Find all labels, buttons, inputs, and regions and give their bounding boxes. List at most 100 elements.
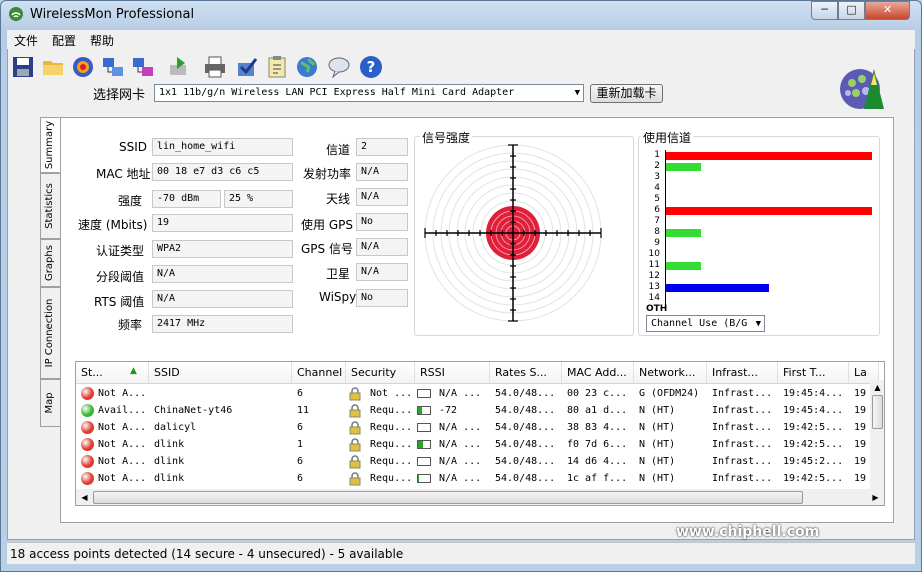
table-cell-rssi: N/A ... (415, 470, 490, 487)
channel-label-4: 4 (654, 183, 660, 193)
table-row[interactable]: Not A... dlink 6 Requ... N/A ... 54.0/48... 1c… (76, 470, 876, 487)
tab-ip-connection[interactable]: IP Connection (40, 287, 60, 379)
channel-label-2: 2 (654, 161, 660, 171)
table-row[interactable]: Not A... dlink 6 Requ... N/A ... 54.0/48... 14… (76, 453, 876, 470)
export-icon[interactable] (167, 55, 191, 79)
channel-label-14: 14 (648, 293, 660, 303)
ssid-value: lin_home_wifi (152, 138, 293, 156)
table-cell-infrast: Infrast... (707, 436, 778, 453)
freq-value: 2417 MHz (152, 315, 293, 333)
scrollbar-thumb[interactable] (93, 491, 803, 504)
cell-text: f0 7d 6... (567, 439, 628, 450)
feedback-icon[interactable] (327, 55, 351, 79)
table-cell-security: Requ... (346, 402, 415, 419)
table-cell-infrast: Infrast... (707, 385, 778, 402)
table-cell-st: Not A... (76, 470, 149, 487)
tab-graphs[interactable]: Graphs (40, 239, 60, 287)
adapter-select[interactable]: 1x1 11b/g/n Wireless LAN PCI Express Hal… (154, 84, 584, 102)
column-header-6[interactable]: MAC Add... (562, 362, 634, 384)
tab-statistics[interactable]: Statistics (40, 173, 60, 239)
table-cell-macadd: 00 23 c... (562, 385, 634, 402)
cell-text: N (HT) (639, 456, 676, 467)
table-row[interactable]: Not A... dlink 1 Requ... N/A ... 54.0/48... f0… (76, 436, 876, 453)
table-row[interactable]: Not A... 6 Not ... N/A ... 54.0/48... 00 23 c… (76, 385, 876, 402)
scroll-right-icon[interactable]: ▶ (868, 490, 883, 505)
access-point-table[interactable]: St... SSID Channel Security RSSI Rates S... MA… (75, 361, 885, 506)
table-cell-firstt: 19:42:5... (778, 419, 849, 436)
chevron-down-icon: ▼ (755, 319, 761, 329)
menu-file[interactable]: 文件 (14, 32, 38, 49)
column-header-0[interactable]: St... (76, 362, 149, 384)
check-icon[interactable] (235, 55, 259, 79)
rssi-meter-icon (417, 406, 431, 415)
lock-icon (349, 404, 361, 418)
channel-label-9: 9 (654, 238, 660, 248)
cell-text: 11 (297, 405, 310, 416)
table-cell-rssi: -72 (415, 402, 490, 419)
cell-text: 19 (854, 388, 867, 399)
clipboard-icon[interactable] (265, 55, 289, 79)
adapter-value: 1x1 11b/g/n Wireless LAN PCI Express Hal… (159, 87, 515, 98)
reload-card-button[interactable]: 重新加载卡 (590, 84, 663, 103)
table-row[interactable]: Not A... dalicyl 6 Requ... N/A ... 54.0/48...… (76, 419, 876, 436)
column-header-5[interactable]: Rates S... (490, 362, 562, 384)
globe-icon[interactable] (295, 55, 319, 79)
cell-text: 19 (854, 405, 867, 416)
channel-value: 2 (356, 138, 408, 156)
open-folder-icon[interactable] (41, 55, 65, 79)
table-cell-infrast: Infrast... (707, 470, 778, 487)
column-header-4[interactable]: RSSI (415, 362, 490, 384)
sort-ascending-icon: ▲ (130, 366, 137, 376)
table-cell-rssi: N/A ... (415, 453, 490, 470)
cell-text: G (OFDM24) (639, 388, 700, 399)
auth-value: WPA2 (152, 240, 293, 258)
maximize-button[interactable]: □ (838, 1, 865, 20)
scroll-left-icon[interactable]: ◀ (77, 490, 92, 505)
rts-value: N/A (152, 290, 293, 308)
channel-label-8: 8 (654, 227, 660, 237)
gps-value: No (356, 213, 408, 231)
column-header-2[interactable]: Channel (292, 362, 346, 384)
record-icon[interactable] (71, 55, 95, 79)
menu-help[interactable]: 帮助 (90, 32, 114, 49)
column-header-3[interactable]: Security (346, 362, 415, 384)
cell-text: N (HT) (639, 473, 676, 484)
status-dot-icon (81, 438, 94, 451)
column-header-9[interactable]: First T... (778, 362, 849, 384)
network-config-icon[interactable] (131, 55, 155, 79)
table-cell-channel: 11 (292, 402, 346, 419)
vertical-scrollbar-thumb[interactable] (872, 395, 883, 429)
cell-text: 19 (854, 422, 867, 433)
channel-label-6: 6 (654, 205, 660, 215)
table-row[interactable]: Avail... ChinaNet-yt46 11 Requ... -72 54.0/48… (76, 402, 876, 419)
tab-map[interactable]: Map (40, 379, 60, 427)
table-cell-ratess: 54.0/48... (490, 470, 562, 487)
network-icon[interactable] (101, 55, 125, 79)
tab-summary[interactable]: Summary (40, 117, 60, 173)
minimize-button[interactable]: ─ (811, 1, 838, 20)
channel-mode-select[interactable]: Channel Use (B/G ▼ (646, 315, 765, 332)
save-icon[interactable] (11, 55, 35, 79)
vertical-scrollbar[interactable]: ▲ (870, 380, 884, 490)
column-header-1[interactable]: SSID (149, 362, 292, 384)
channel-use-chart: 1 2 3 4 5 6 7 8 9 10 11 12 13 14 OTH (646, 150, 876, 315)
column-header-8[interactable]: Infrast... (707, 362, 778, 384)
print-icon[interactable] (203, 55, 227, 79)
vertical-tab-strip: Summary Statistics Graphs IP Connection … (40, 117, 60, 527)
close-button[interactable]: ✕ (865, 1, 910, 20)
rssi-fill (418, 407, 422, 414)
scroll-up-icon[interactable]: ▲ (870, 380, 884, 395)
help-icon[interactable]: ? (359, 55, 383, 79)
title-bar[interactable]: WirelessMon Professional ─ □ ✕ (0, 0, 920, 30)
channel-label-12: 12 (648, 271, 660, 281)
cell-text: 6 (297, 456, 304, 467)
cell-text: N/A ... (439, 439, 482, 450)
strength-label: 强度 (118, 194, 143, 208)
table-cell-ssid: ChinaNet-yt46 (149, 402, 292, 419)
cell-text: 19 (854, 439, 867, 450)
column-header-7[interactable]: Network... (634, 362, 707, 384)
lock-icon (349, 387, 361, 401)
menu-config[interactable]: 配置 (52, 32, 76, 49)
horizontal-scrollbar[interactable]: ◀ ▶ (76, 489, 884, 505)
table-cell-macadd: 38 83 4... (562, 419, 634, 436)
